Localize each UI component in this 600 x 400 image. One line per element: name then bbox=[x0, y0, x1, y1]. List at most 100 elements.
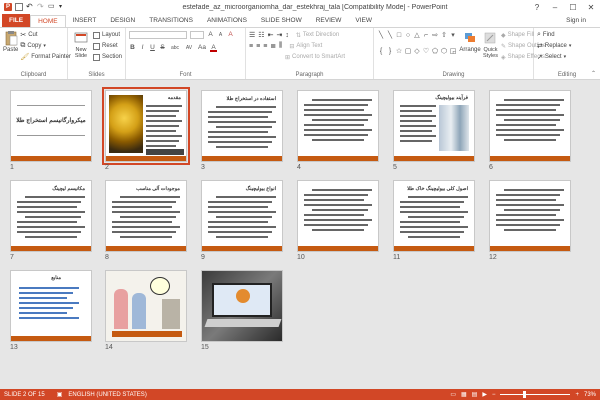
grow-font-button[interactable]: A bbox=[207, 31, 214, 39]
brace-close-shape-icon[interactable]: } bbox=[386, 48, 394, 56]
slide-thumbnail-cell[interactable]: اصول کلی بیولیچینگ خاک طلا 11 bbox=[393, 180, 475, 261]
zoom-out-button[interactable]: − bbox=[492, 392, 496, 398]
slide-thumbnail-cell[interactable]: مکانیسم لیچینگ 7 bbox=[10, 180, 92, 261]
slide-thumbnail[interactable]: استفاده در استخراج طلا bbox=[201, 90, 283, 162]
numbering-icon[interactable]: ☷ bbox=[258, 31, 264, 39]
slide-thumbnail[interactable] bbox=[489, 180, 571, 252]
reset-button[interactable]: Reset bbox=[92, 42, 118, 50]
slide-thumbnail[interactable]: میکروارگانیسم استخراج طلا bbox=[10, 90, 92, 162]
bullets-icon[interactable]: ☰ bbox=[249, 31, 255, 39]
save-icon[interactable] bbox=[15, 3, 23, 11]
slide-thumbnail[interactable]: فرآیند بیولیچینگ bbox=[393, 90, 475, 162]
slide-sorter-view-icon[interactable]: ▦ bbox=[461, 391, 467, 398]
bold-button[interactable]: B bbox=[129, 44, 136, 52]
font-name-combo[interactable] bbox=[129, 31, 187, 39]
tab-home[interactable]: HOME bbox=[30, 15, 66, 27]
text-direction-button[interactable]: ⇅ Text Direction bbox=[296, 32, 339, 39]
align-text-button[interactable]: ⊟ Align Text bbox=[289, 43, 322, 50]
slide-thumbnail-cell[interactable]: 14 bbox=[105, 270, 187, 351]
slide-thumbnail[interactable] bbox=[105, 270, 187, 342]
shapes-gallery[interactable]: ╲ ╲ □ ○ △ ⌐ ⇨ ⇧ ▾ { } ☆ ▢ ◇ ♡ ⬠ ⬡ ◲ bbox=[377, 32, 457, 63]
paste-button[interactable]: Paste bbox=[3, 30, 18, 63]
arrow-shape-icon[interactable]: ⇨ bbox=[431, 32, 439, 40]
line-shape-icon[interactable]: ╲ bbox=[377, 32, 385, 40]
quick-styles-button[interactable]: Quick Styles bbox=[483, 30, 498, 63]
slide-thumbnail-cell[interactable]: 4 bbox=[297, 90, 379, 171]
find-button[interactable]: ⌕ Find bbox=[537, 31, 555, 39]
tab-slide-show[interactable]: SLIDE SHOW bbox=[254, 15, 309, 27]
slide-thumbnail[interactable]: مقدمه bbox=[102, 87, 190, 165]
slide-thumbnail[interactable]: انواع بیولیچینگ bbox=[201, 180, 283, 252]
heart-shape-icon[interactable]: ♡ bbox=[422, 48, 430, 56]
arrange-button[interactable]: Arrange bbox=[459, 30, 481, 63]
slide-thumbnail[interactable]: منابع bbox=[10, 270, 92, 342]
customize-qat-icon[interactable]: ▾ bbox=[59, 3, 67, 11]
triangle-shape-icon[interactable]: △ bbox=[413, 32, 421, 40]
normal-view-icon[interactable]: ▭ bbox=[450, 391, 456, 398]
font-color-button[interactable]: A bbox=[210, 44, 217, 52]
slide-thumbnail[interactable]: اصول کلی بیولیچینگ خاک طلا bbox=[393, 180, 475, 252]
spell-check-icon[interactable]: ▣ bbox=[57, 391, 63, 398]
tab-transitions[interactable]: TRANSITIONS bbox=[142, 15, 200, 27]
change-case-button[interactable]: Aa bbox=[197, 44, 207, 52]
shape-fill-button[interactable]: ◆ Shape Fill bbox=[501, 32, 534, 39]
slide-sorter[interactable]: میکروارگانیسم استخراج طلا 1 مقدمه 2 استفاده … bbox=[0, 80, 600, 389]
tab-view[interactable]: VIEW bbox=[348, 15, 379, 27]
align-right-icon[interactable]: ≡ bbox=[263, 43, 267, 50]
slide-thumbnail[interactable] bbox=[201, 270, 283, 342]
slide-thumbnail[interactable]: موجودات آلی مناسب bbox=[105, 180, 187, 252]
slide-thumbnail-cell[interactable]: منابع 13 bbox=[10, 270, 92, 351]
slide-thumbnail-cell[interactable]: 10 bbox=[297, 180, 379, 261]
zoom-level[interactable]: 73% bbox=[584, 392, 596, 398]
slide-thumbnail[interactable]: مکانیسم لیچینگ bbox=[10, 180, 92, 252]
format-painter-button[interactable]: 🖌 Format Painter bbox=[20, 53, 71, 61]
section-button[interactable]: Section bbox=[92, 53, 122, 61]
justify-icon[interactable]: ≣ bbox=[270, 42, 276, 50]
font-size-combo[interactable] bbox=[190, 31, 204, 39]
tab-file[interactable]: FILE bbox=[2, 14, 31, 27]
slide-thumbnail-cell[interactable]: فرآیند بیولیچینگ 5 bbox=[393, 90, 475, 171]
pentagon-shape-icon[interactable]: ⬠ bbox=[431, 48, 439, 56]
sign-in-link[interactable]: Sign in bbox=[566, 15, 600, 27]
oval-shape-icon[interactable]: ○ bbox=[404, 32, 412, 40]
slide-thumbnail-cell[interactable]: 6 bbox=[489, 90, 571, 171]
slideshow-view-icon[interactable]: ▶ bbox=[482, 391, 487, 398]
slide-thumbnail-cell[interactable]: استفاده در استخراج طلا 3 bbox=[201, 90, 283, 171]
align-center-icon[interactable]: ≡ bbox=[256, 43, 260, 50]
zoom-slider-thumb[interactable] bbox=[522, 391, 526, 398]
collapse-ribbon-icon[interactable]: ⌃ bbox=[591, 70, 596, 77]
select-button[interactable]: ➚ Select ▾ bbox=[537, 53, 566, 61]
diamond-shape-icon[interactable]: ◇ bbox=[413, 48, 421, 56]
redo-icon[interactable]: ↷ bbox=[37, 3, 45, 11]
rectangle-shape-icon[interactable]: □ bbox=[395, 32, 403, 40]
shrink-font-button[interactable]: A bbox=[217, 31, 224, 39]
layout-button[interactable]: Layout bbox=[92, 31, 120, 39]
language-indicator[interactable]: ENGLISH (UNITED STATES) bbox=[68, 392, 146, 398]
strikethrough-button[interactable]: S bbox=[159, 44, 166, 52]
callout-shape-icon[interactable]: ◲ bbox=[449, 48, 457, 56]
gallery-more-icon[interactable]: ▾ bbox=[449, 32, 457, 40]
reading-view-icon[interactable]: ▤ bbox=[472, 391, 478, 398]
tab-review[interactable]: REVIEW bbox=[309, 15, 349, 27]
star-shape-icon[interactable]: ☆ bbox=[395, 48, 403, 56]
zoom-slider[interactable] bbox=[500, 391, 571, 398]
rounded-rect-shape-icon[interactable]: ▢ bbox=[404, 48, 412, 56]
clear-formatting-button[interactable]: A bbox=[227, 31, 234, 39]
line-spacing-icon[interactable]: ↕ bbox=[285, 32, 289, 39]
columns-icon[interactable]: ⫼ bbox=[279, 42, 282, 50]
slide-thumbnail-cell[interactable]: 15 bbox=[201, 270, 283, 351]
decrease-indent-icon[interactable]: ⇤ bbox=[268, 31, 274, 39]
help-button[interactable]: ? bbox=[528, 3, 546, 12]
minimize-button[interactable]: – bbox=[546, 3, 564, 12]
text-shadow-button[interactable]: abc bbox=[169, 44, 181, 52]
slide-thumbnail-cell[interactable]: 12 bbox=[489, 180, 571, 261]
maximize-button[interactable]: ☐ bbox=[564, 3, 582, 12]
slide-thumbnail-cell[interactable]: انواع بیولیچینگ 9 bbox=[201, 180, 283, 261]
undo-icon[interactable]: ↶ bbox=[26, 3, 34, 11]
character-spacing-button[interactable]: AV bbox=[184, 44, 194, 52]
replace-button[interactable]: ⇄ Replace ▾ bbox=[537, 42, 571, 50]
new-slide-button[interactable]: New Slide bbox=[71, 30, 91, 63]
brace-shape-icon[interactable]: { bbox=[377, 48, 385, 56]
bracket-shape-icon[interactable]: ⌐ bbox=[422, 32, 430, 40]
line-shape-icon-2[interactable]: ╲ bbox=[386, 32, 394, 40]
